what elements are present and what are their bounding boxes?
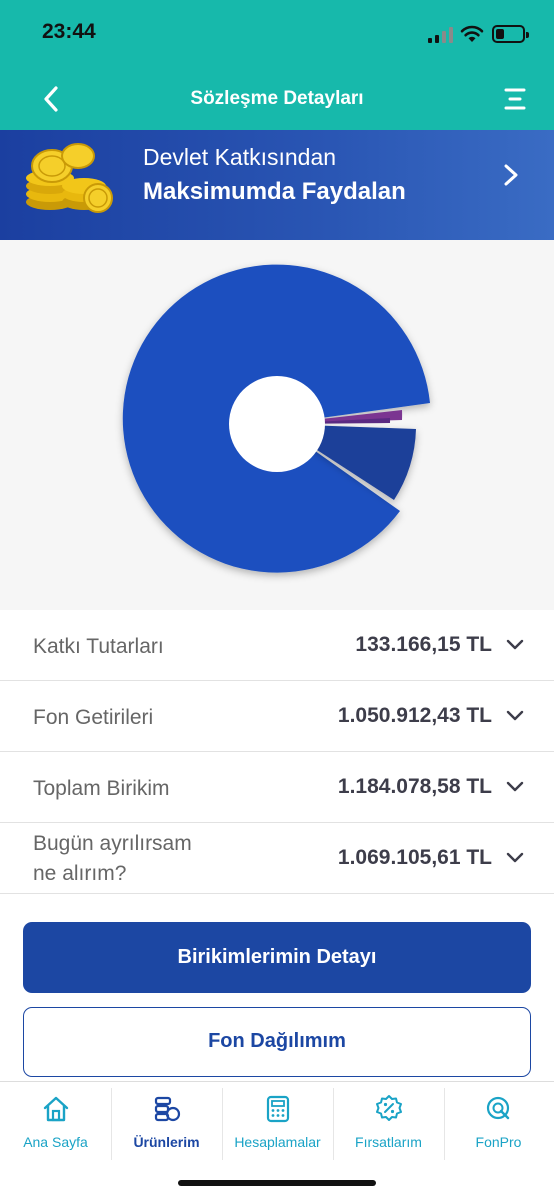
page-title: Sözleşme Detayları bbox=[190, 88, 364, 109]
row-value: 133.166,15 TL bbox=[355, 633, 492, 656]
summary-row-contributions[interactable]: Katkı Tutarları 133.166,15 TL bbox=[0, 610, 554, 681]
row-value: 1.050.912,43 TL bbox=[337, 704, 492, 727]
tab-products[interactable]: Ürünlerim bbox=[111, 1082, 222, 1166]
fund-distribution-chart bbox=[0, 240, 554, 610]
row-label: Bugün ayrılırsam ne alırım? bbox=[33, 829, 192, 889]
savings-details-button[interactable]: Birikimlerimin Detayı bbox=[23, 922, 531, 993]
calculator-icon bbox=[266, 1095, 290, 1123]
wifi-icon bbox=[460, 25, 484, 42]
row-label: Katkı Tutarları bbox=[33, 635, 164, 658]
tab-label: Ana Sayfa bbox=[23, 1134, 88, 1150]
battery-icon bbox=[492, 25, 529, 43]
row-label-line1: Bugün ayrılırsam bbox=[33, 832, 192, 855]
chevron-down-icon[interactable] bbox=[506, 780, 524, 794]
summary-row-total-savings[interactable]: Toplam Birikim 1.184.078,58 TL bbox=[0, 752, 554, 823]
banner-title-line2: Maksimumda Faydalan bbox=[143, 178, 406, 205]
pie-center-hole bbox=[229, 376, 325, 472]
navigation-bar: Sözleşme Detayları bbox=[0, 68, 554, 130]
tab-opportunities[interactable]: Fırsatlarım bbox=[333, 1082, 444, 1166]
chevron-right-icon bbox=[504, 164, 518, 186]
tab-label: FonPro bbox=[475, 1134, 522, 1150]
banner-title-line1: Devlet Katkısından bbox=[143, 144, 337, 170]
summary-row-exit-value[interactable]: Bugün ayrılırsam ne alırım? 1.069.105,61… bbox=[0, 823, 554, 894]
percent-badge-icon bbox=[376, 1095, 402, 1121]
state-contribution-banner[interactable]: Devlet Katkısından Maksimumda Faydalan bbox=[0, 130, 554, 240]
row-value: 1.184.078,58 TL bbox=[337, 775, 492, 798]
contract-summary-list: Katkı Tutarları 133.166,15 TL Fon Getiri… bbox=[0, 610, 554, 894]
fund-distribution-button[interactable]: Fon Dağılımım bbox=[23, 1007, 531, 1077]
row-label: Toplam Birikim bbox=[33, 777, 170, 800]
tab-fonpro[interactable]: FonPro bbox=[443, 1082, 554, 1166]
status-bar: 23:44 bbox=[0, 0, 554, 68]
products-icon bbox=[154, 1096, 181, 1122]
home-icon bbox=[43, 1096, 69, 1122]
tab-label: Hesaplamalar bbox=[234, 1134, 321, 1150]
chevron-down-icon[interactable] bbox=[506, 709, 524, 723]
home-indicator bbox=[178, 1180, 376, 1186]
menu-icon[interactable] bbox=[498, 84, 532, 114]
pie-chart-svg bbox=[122, 264, 431, 573]
gold-coins-icon bbox=[26, 143, 113, 213]
row-value: 1.069.105,61 TL bbox=[337, 846, 492, 869]
chevron-down-icon[interactable] bbox=[506, 638, 524, 652]
tab-calculations[interactable]: Hesaplamalar bbox=[222, 1082, 333, 1166]
tab-label: Ürünlerim bbox=[133, 1134, 200, 1150]
row-label: Fon Getirileri bbox=[33, 706, 154, 729]
status-time: 23:44 bbox=[42, 20, 96, 43]
fonpro-search-icon bbox=[486, 1096, 510, 1120]
chevron-down-icon[interactable] bbox=[506, 851, 524, 865]
summary-row-fund-returns[interactable]: Fon Getirileri 1.050.912,43 TL bbox=[0, 681, 554, 752]
tab-label: Fırsatlarım bbox=[355, 1134, 422, 1150]
row-label-line2: ne alırım? bbox=[33, 862, 127, 885]
cellular-signal-icon bbox=[428, 26, 454, 43]
tab-home[interactable]: Ana Sayfa bbox=[0, 1082, 111, 1166]
